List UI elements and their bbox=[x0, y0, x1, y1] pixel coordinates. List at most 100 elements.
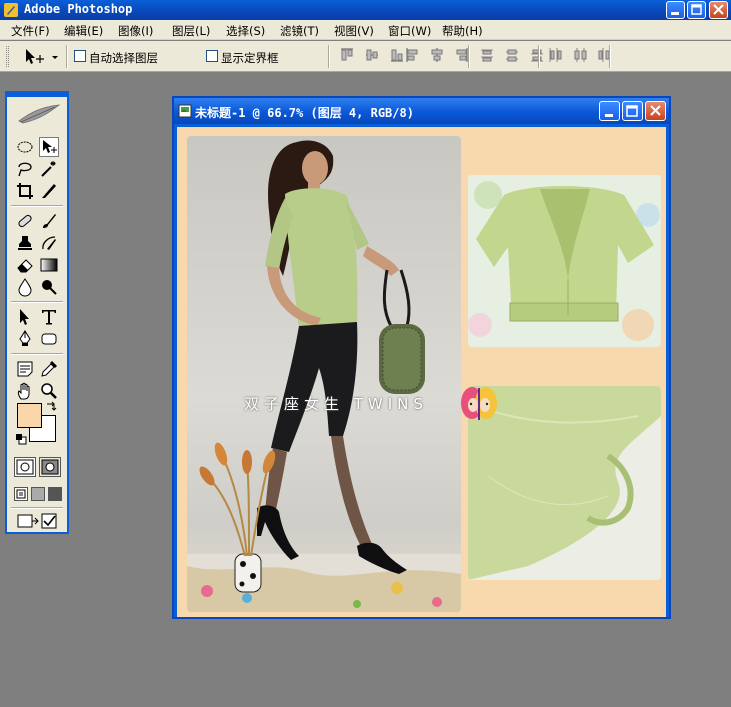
maximize-icon bbox=[691, 4, 702, 15]
app-titlebar: Adobe Photoshop bbox=[0, 0, 731, 20]
close-button[interactable] bbox=[709, 1, 728, 19]
tool-gradient[interactable] bbox=[39, 255, 59, 275]
toolbox-separator bbox=[11, 205, 63, 207]
swap-colors-icon[interactable] bbox=[45, 401, 57, 413]
menu-view[interactable]: 视图(V) bbox=[334, 23, 374, 39]
tool-eraser[interactable] bbox=[15, 255, 35, 275]
tool-zoom[interactable] bbox=[39, 381, 59, 401]
align-horizontal-group bbox=[405, 47, 476, 67]
document-titlebar[interactable]: 未标题-1 @ 66.7% (图层 4, RGB/8) bbox=[174, 98, 669, 124]
options-bar-grip[interactable] bbox=[6, 46, 9, 67]
document-maximize-button[interactable] bbox=[622, 101, 643, 121]
default-colors-icon[interactable] bbox=[15, 433, 27, 445]
show-bounding-box-label: 显示定界框 bbox=[221, 51, 279, 65]
tool-lasso[interactable] bbox=[15, 159, 35, 179]
gradient-icon bbox=[40, 258, 58, 272]
twins-logo-icon bbox=[461, 387, 497, 420]
align-left-icon[interactable] bbox=[405, 47, 419, 63]
photoshop-app-icon bbox=[4, 3, 18, 17]
tool-path-select[interactable] bbox=[15, 307, 35, 327]
tool-slice[interactable] bbox=[39, 181, 59, 201]
toolbox-separator bbox=[11, 301, 63, 303]
options-separator bbox=[328, 45, 330, 68]
full-screen-mode-button[interactable] bbox=[48, 487, 62, 501]
align-hcenter-icon[interactable] bbox=[430, 47, 444, 63]
distribute-top-icon[interactable] bbox=[480, 47, 494, 63]
align-top-icon[interactable] bbox=[340, 47, 354, 63]
menu-image[interactable]: 图像(I) bbox=[118, 23, 153, 39]
options-bar: 自动选择图层 显示定界框 bbox=[0, 41, 731, 72]
app-title: Adobe Photoshop bbox=[24, 2, 133, 16]
menu-edit[interactable]: 编辑(E) bbox=[64, 23, 103, 39]
distribute-vcenter-icon[interactable] bbox=[505, 47, 519, 63]
distribute-bottom-icon[interactable] bbox=[530, 47, 544, 63]
menu-window[interactable]: 窗口(W) bbox=[388, 23, 431, 39]
jump-to-imageready-button[interactable] bbox=[15, 511, 61, 531]
photo-sweater-front bbox=[468, 175, 661, 347]
menu-layer[interactable]: 图层(L) bbox=[172, 23, 210, 39]
minimize-button[interactable] bbox=[666, 1, 685, 19]
options-separator bbox=[609, 45, 611, 68]
foreground-color-swatch[interactable] bbox=[17, 403, 42, 428]
tool-rectangle-shape[interactable] bbox=[39, 329, 59, 349]
distribute-left-icon[interactable] bbox=[548, 47, 562, 63]
standard-mode-button[interactable] bbox=[14, 457, 36, 477]
show-bounding-box-checkbox[interactable] bbox=[206, 50, 218, 62]
tool-brush[interactable] bbox=[39, 211, 59, 231]
tool-dodge[interactable] bbox=[39, 277, 59, 297]
options-separator bbox=[538, 45, 540, 68]
tool-healing-brush[interactable] bbox=[15, 211, 35, 231]
tool-notes[interactable] bbox=[15, 359, 35, 379]
healing-brush-icon bbox=[18, 214, 32, 228]
tool-preset-picker[interactable] bbox=[22, 47, 60, 67]
tool-pen[interactable] bbox=[15, 329, 35, 349]
tool-move[interactable] bbox=[39, 137, 59, 157]
standard-mode-icon bbox=[16, 459, 34, 475]
zoom-icon bbox=[41, 383, 57, 399]
close-icon bbox=[713, 4, 724, 15]
distribute-hcenter-icon[interactable] bbox=[573, 47, 587, 63]
quick-mask-button[interactable] bbox=[39, 457, 61, 477]
menu-filter[interactable]: 滤镜(T) bbox=[280, 23, 319, 39]
standard-screen-mode-button[interactable] bbox=[14, 487, 28, 501]
auto-select-layer-label: 自动选择图层 bbox=[89, 51, 158, 65]
menu-select[interactable]: 选择(S) bbox=[226, 23, 265, 39]
document-minimize-button[interactable] bbox=[599, 101, 620, 121]
tool-history-brush[interactable] bbox=[39, 233, 59, 253]
notes-icon bbox=[17, 361, 33, 377]
toolbox bbox=[5, 91, 69, 534]
close-icon bbox=[650, 105, 661, 116]
align-vcenter-icon[interactable] bbox=[365, 47, 379, 63]
eyedropper-icon bbox=[41, 361, 57, 377]
crop-icon bbox=[17, 183, 33, 199]
watermark-text: 双子座女生 TWINS bbox=[244, 395, 428, 413]
feather-logo-icon[interactable] bbox=[15, 103, 61, 125]
tool-type[interactable] bbox=[39, 307, 59, 327]
rectangle-shape-icon bbox=[41, 333, 57, 345]
full-screen-menu-mode-button[interactable] bbox=[31, 487, 45, 501]
model-figure bbox=[187, 140, 461, 612]
eraser-icon bbox=[17, 259, 33, 273]
menu-file[interactable]: 文件(F) bbox=[11, 23, 50, 39]
maximize-button[interactable] bbox=[687, 1, 706, 19]
align-buttons-group bbox=[340, 47, 411, 67]
marquee-icon bbox=[17, 141, 33, 153]
distribute-vertical-group bbox=[480, 47, 551, 67]
tool-marquee[interactable] bbox=[15, 137, 35, 157]
tool-hand[interactable] bbox=[15, 381, 35, 401]
document-title: 未标题-1 @ 66.7% (图层 4, RGB/8) bbox=[195, 106, 414, 120]
tool-magic-wand[interactable] bbox=[39, 159, 59, 179]
lasso-icon bbox=[18, 162, 32, 177]
menu-help[interactable]: 帮助(H) bbox=[442, 23, 483, 39]
align-right-icon[interactable] bbox=[455, 47, 469, 63]
imageready-icon bbox=[17, 513, 57, 529]
align-bottom-icon[interactable] bbox=[390, 47, 404, 63]
document-canvas[interactable]: 双子座女生 TWINS bbox=[177, 127, 666, 617]
document-close-button[interactable] bbox=[645, 101, 666, 121]
tool-clone-stamp[interactable] bbox=[15, 233, 35, 253]
tool-eyedropper[interactable] bbox=[39, 359, 59, 379]
tool-blur[interactable] bbox=[15, 277, 35, 297]
minimize-icon bbox=[671, 12, 679, 15]
tool-crop[interactable] bbox=[15, 181, 35, 201]
auto-select-layer-checkbox[interactable] bbox=[74, 50, 86, 62]
